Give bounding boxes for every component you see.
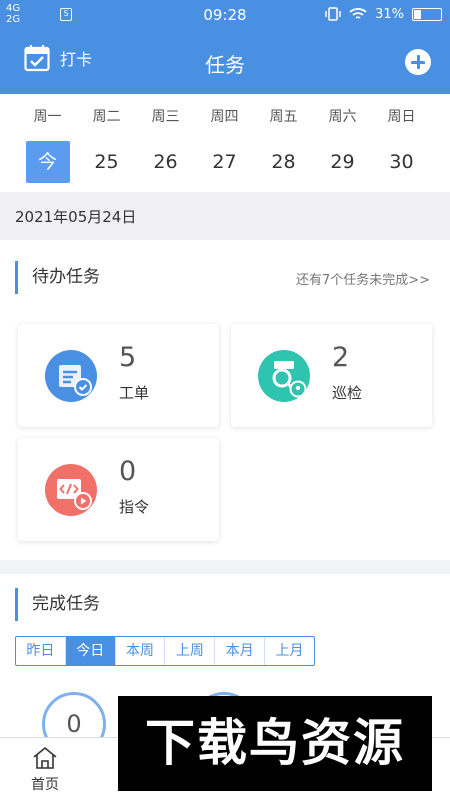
app-header: 打卡 任务: [0, 30, 450, 94]
vibrate-icon: [325, 7, 341, 21]
command-count: 0: [119, 456, 137, 487]
tab-last-month[interactable]: 上月: [265, 637, 314, 665]
inspection-label: 巡检: [332, 384, 363, 402]
work-order-count: 5: [119, 342, 137, 373]
wifi-icon: [349, 8, 367, 19]
date-today-label: 今: [25, 141, 70, 183]
period-tabs: 昨日 今日 本周 上周 本月 上月: [15, 636, 315, 666]
tab-this-week[interactable]: 本周: [116, 637, 166, 665]
battery-icon: [412, 7, 442, 21]
date-cell[interactable]: 28: [254, 141, 313, 183]
tab-yesterday[interactable]: 昨日: [16, 637, 66, 665]
command-icon: [45, 464, 97, 516]
status-bar: 4G 2G S 09:28 31%: [0, 0, 450, 30]
inspection-card[interactable]: 2 巡检: [231, 324, 432, 427]
calendar-check-icon: [24, 45, 50, 72]
date-cell[interactable]: 27: [195, 141, 254, 183]
selected-date-bar: 2021年05月24日: [0, 192, 450, 240]
work-order-icon: [45, 350, 97, 402]
pending-title: 待办任务: [15, 261, 100, 294]
completed-title: 完成任务: [15, 588, 100, 621]
weekday-sat: 周六: [328, 109, 357, 125]
pending-more-link[interactable]: 还有7个任务未完成>>: [296, 269, 430, 288]
status-right: 31%: [325, 6, 442, 22]
tab-home-label: 首页: [31, 777, 59, 793]
tab-last-week[interactable]: 上周: [165, 637, 216, 665]
work-order-label: 工单: [119, 384, 150, 402]
weekday-wed: 周三: [151, 109, 180, 125]
checkin-label: 打卡: [60, 50, 93, 69]
tab-this-month[interactable]: 本月: [215, 637, 266, 665]
week-calendar: 周一 周二 周三 周四 周五 周六 周日 今 25 26 27 28 29 30: [0, 94, 450, 192]
plus-circle-icon[interactable]: [405, 49, 431, 75]
weekday-thu: 周四: [210, 109, 239, 125]
weekday-fri: 周五: [269, 109, 298, 125]
date-cell[interactable]: 26: [136, 141, 195, 183]
date-cell[interactable]: 29: [313, 141, 372, 183]
work-order-card[interactable]: 5 工单: [18, 324, 219, 427]
watermark-logo: 下载鸟资源: [118, 696, 432, 791]
command-card[interactable]: 0 指令: [18, 438, 219, 541]
weekday-tue: 周二: [92, 109, 121, 125]
date-today[interactable]: 今: [18, 141, 77, 183]
date-cell[interactable]: 25: [77, 141, 136, 183]
pending-tasks-section: 待办任务 还有7个任务未完成>> 5 工单 2 巡检 0 指令: [0, 240, 450, 560]
weekday-row: 周一 周二 周三 周四 周五 周六 周日: [18, 106, 431, 126]
battery-percent: 31%: [375, 6, 404, 22]
selected-date: 2021年05月24日: [15, 208, 137, 226]
weekday-sun: 周日: [387, 109, 416, 125]
command-label: 指令: [119, 498, 150, 516]
home-icon: [33, 746, 57, 769]
date-cell[interactable]: 30: [372, 141, 431, 183]
tab-home[interactable]: 首页: [10, 746, 80, 794]
weekday-mon: 周一: [33, 109, 62, 125]
inspection-count: 2: [332, 342, 350, 373]
checkin-button[interactable]: 打卡: [24, 44, 92, 72]
date-row: 今 25 26 27 28 29 30: [18, 141, 431, 183]
inspection-icon: [258, 350, 310, 402]
tab-today[interactable]: 今日: [65, 637, 116, 665]
